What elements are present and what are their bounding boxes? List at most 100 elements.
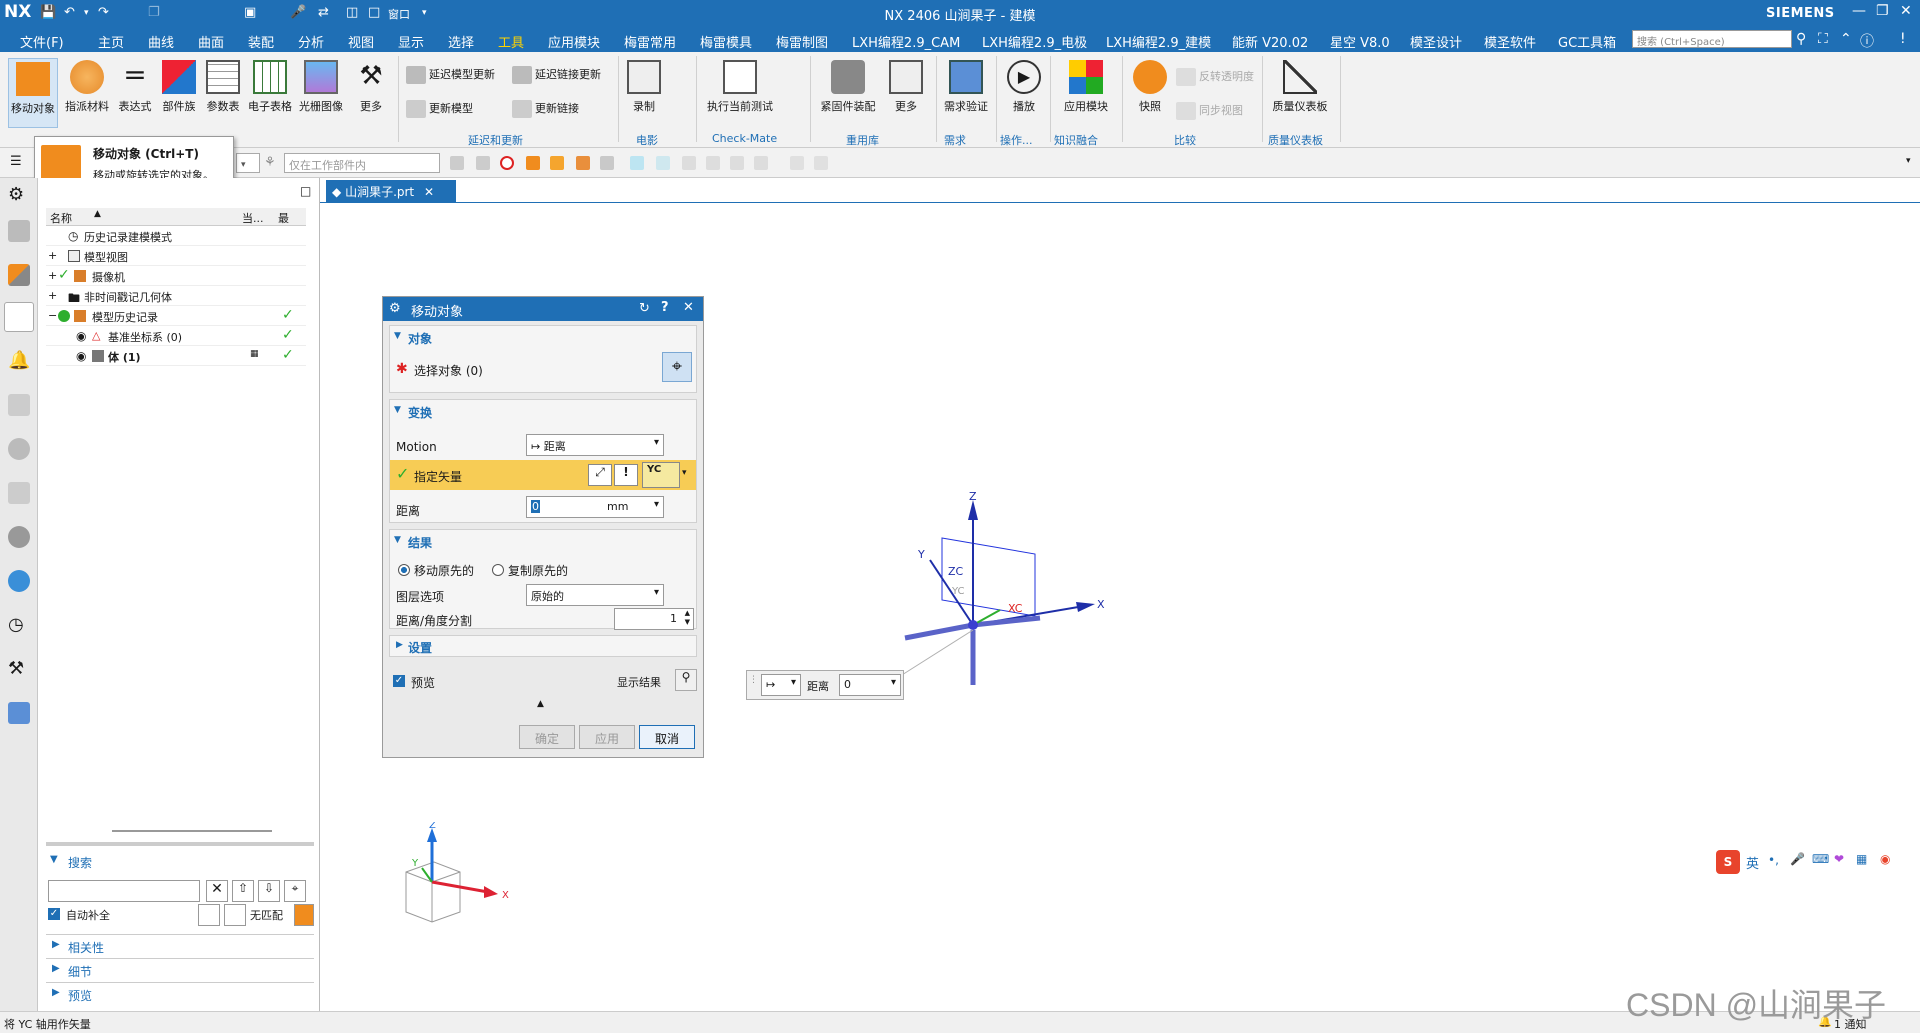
menu-analysis[interactable]: 分析: [298, 32, 324, 51]
select-object-label[interactable]: 选择对象 (0): [414, 362, 483, 379]
part-family-button[interactable]: 部件族: [158, 60, 200, 114]
tools-icon[interactable]: ⚒: [8, 658, 30, 680]
menu-curve[interactable]: 曲线: [148, 32, 174, 51]
menu-mosheng-design[interactable]: 模圣设计: [1410, 32, 1462, 51]
scope-dropdown[interactable]: 仅在工作部件内: [284, 153, 440, 173]
dialog-close-icon[interactable]: ✕: [683, 300, 694, 315]
sort-up-icon[interactable]: ▲: [94, 209, 101, 219]
preview-panel-header[interactable]: ▶ 预览: [46, 982, 314, 1004]
menu-surface[interactable]: 曲面: [198, 32, 224, 51]
horizontal-scrollbar[interactable]: [112, 830, 272, 832]
ok-button[interactable]: 确定: [519, 725, 575, 749]
collapse-icon[interactable]: −: [48, 309, 57, 322]
collapse-arrow-icon[interactable]: ▼: [394, 405, 401, 415]
snapshot-button[interactable]: 快照: [1130, 60, 1170, 114]
menu-meilei-mold[interactable]: 梅雷模具: [700, 32, 752, 51]
previous-match-icon[interactable]: ⇧: [232, 880, 254, 902]
float-distance-input[interactable]: 0 ▾: [839, 674, 901, 696]
no-select-icon[interactable]: [500, 156, 514, 170]
collapse-ribbon-icon[interactable]: ⌃: [1840, 31, 1852, 47]
layer-option-dropdown[interactable]: 原始的 ▾: [526, 584, 664, 606]
menu-nengxin[interactable]: 能新 V20.02: [1232, 32, 1308, 51]
keyboard-icon[interactable]: ⌨: [1812, 852, 1829, 866]
clock-icon[interactable]: ◷: [8, 614, 30, 636]
run-current-test-button[interactable]: 执行当前测试: [704, 60, 776, 114]
feature-icon[interactable]: [576, 156, 590, 170]
view-icon[interactable]: [754, 156, 768, 170]
show-result-icon[interactable]: ⚲: [675, 669, 697, 691]
reuse-more-button[interactable]: 更多: [886, 60, 926, 114]
menu-assembly[interactable]: 装配: [248, 32, 274, 51]
more-tools-button[interactable]: ⚒ 更多: [350, 60, 392, 114]
requirement-verify-button[interactable]: 需求验证: [940, 60, 992, 114]
assembly-icon[interactable]: [790, 156, 804, 170]
face-icon[interactable]: [550, 156, 564, 170]
assembly-navigator-icon[interactable]: [8, 220, 30, 242]
apply-button[interactable]: 应用: [579, 725, 635, 749]
spreadsheet-button[interactable]: 电子表格: [246, 60, 294, 114]
help-icon[interactable]: ⓘ: [1860, 31, 1874, 51]
move-object-button[interactable]: 移动对象: [8, 58, 58, 128]
expand-icon[interactable]: +: [48, 269, 57, 282]
dialog-title-bar[interactable]: ⚙ 移动对象 ↻ ? ✕: [383, 297, 703, 321]
divide-stepper[interactable]: 1 ▲ ▼: [614, 608, 694, 630]
panel-splitter[interactable]: [46, 842, 314, 846]
menu-lxh-cam[interactable]: LXH编程2.9_CAM: [852, 32, 960, 51]
part-navigator-icon[interactable]: [4, 302, 34, 332]
distance-input[interactable]: 0 mm ▾: [526, 496, 664, 518]
solid-icon[interactable]: [600, 156, 614, 170]
globe-icon[interactable]: [8, 570, 30, 592]
menu-select[interactable]: 选择: [448, 32, 474, 51]
vector-icon[interactable]: [682, 156, 696, 170]
delay-model-update-button[interactable]: 延迟模型更新: [406, 66, 495, 84]
menu-applications[interactable]: 应用模块: [548, 32, 600, 51]
menu-mosheng-software[interactable]: 模圣软件: [1484, 32, 1536, 51]
menu-home[interactable]: 主页: [98, 32, 124, 51]
highlight-icon[interactable]: [294, 904, 314, 926]
snap-icon[interactable]: [476, 156, 490, 170]
search-icon[interactable]: ⚲: [1796, 31, 1806, 47]
column-name[interactable]: 名称: [50, 210, 72, 226]
expand-icon[interactable]: +: [48, 249, 57, 262]
play-button[interactable]: ▶ 播放: [1004, 60, 1044, 114]
assign-material-button[interactable]: 指派材料: [62, 60, 112, 114]
menu-icon[interactable]: ☰: [10, 154, 22, 169]
kf-app-button[interactable]: 应用模块: [1058, 60, 1114, 114]
component-icon[interactable]: [730, 156, 744, 170]
expand-icon[interactable]: +: [48, 289, 57, 302]
autocomplete-checkbox[interactable]: ✓: [48, 908, 60, 920]
reverse-transparency-button[interactable]: 反转透明度: [1176, 68, 1254, 86]
filter-icon[interactable]: ⚘: [264, 155, 276, 170]
object-section-title[interactable]: 对象: [408, 330, 432, 347]
skin-icon[interactable]: ❤: [1834, 852, 1844, 866]
menu-file[interactable]: 文件(F): [20, 32, 64, 51]
quality-dashboard-button[interactable]: 质量仪表板: [1270, 60, 1330, 114]
sogou-logo-icon[interactable]: S: [1716, 850, 1740, 874]
tree-row-model-history[interactable]: − 模型历史记录 ✓: [46, 306, 306, 326]
punctuation-icon[interactable]: •,: [1768, 853, 1779, 867]
tree-row-unused-geometry[interactable]: + 🖿 非时间戳记几何体: [46, 286, 306, 306]
clear-search-icon[interactable]: ✕: [206, 880, 228, 902]
menu-meilei-common[interactable]: 梅雷常用: [624, 32, 676, 51]
part-file-tab[interactable]: ◆ 山涧果子.prt ✕: [326, 180, 456, 202]
ime-menu-icon[interactable]: ◉: [1880, 852, 1890, 866]
ime-language[interactable]: 英: [1746, 853, 1759, 872]
result-section-title[interactable]: 结果: [408, 534, 432, 551]
bell-icon[interactable]: 🔔: [8, 350, 30, 372]
eye-icon[interactable]: ◉: [76, 349, 86, 363]
menu-meilei-drafting[interactable]: 梅雷制图: [776, 32, 828, 51]
maximize-panel-icon[interactable]: □: [300, 184, 311, 198]
expression-button[interactable]: = 表达式: [114, 60, 156, 114]
microphone-icon[interactable]: 🎤: [1790, 852, 1805, 866]
menu-lxh-electrode[interactable]: LXH编程2.9_电极: [982, 32, 1087, 51]
history-icon[interactable]: [8, 526, 30, 548]
constraint-navigator-icon[interactable]: [8, 264, 30, 286]
filter-match-icon[interactable]: [224, 904, 246, 926]
parameter-table-button[interactable]: 参数表: [202, 60, 244, 114]
alert-icon[interactable]: !: [1900, 31, 1906, 47]
toolbox-icon[interactable]: ▦: [1856, 852, 1867, 866]
vector-type-button[interactable]: YC: [642, 462, 680, 488]
tree-row-model-views[interactable]: + 模型视图: [46, 246, 306, 266]
specify-vector-row[interactable]: ✓ 指定矢量 ⤢ ! YC ▾: [390, 460, 696, 490]
record-button[interactable]: 录制: [624, 60, 664, 114]
